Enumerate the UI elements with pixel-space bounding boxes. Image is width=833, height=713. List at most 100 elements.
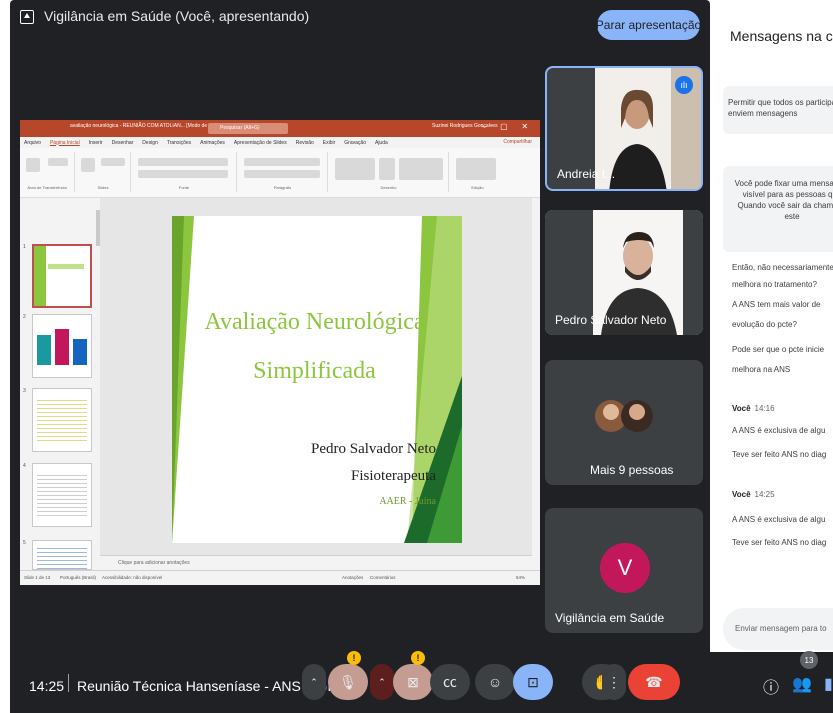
leave-call-button[interactable]: ☎ [628,664,680,700]
chat-message-input[interactable]: Enviar mensagem para to [723,608,833,650]
thumb-number: 1 [23,244,26,250]
slide-thumbnail[interactable] [32,314,92,378]
more-vert-icon: ⋮ [607,673,621,690]
ppt-share-button[interactable]: Compartilhar [503,139,532,145]
ppt-menubar: Arquivo Página Inicial Inserir Desenhar … [20,137,540,148]
divider [68,674,69,692]
ppt-search-box[interactable]: Pesquisar (Alt+G) [208,123,288,134]
align-icons[interactable] [244,170,320,178]
status-notes-button[interactable]: Anotações [342,575,363,580]
shapes-gallery-icon[interactable] [335,158,375,180]
body-shape [601,288,677,335]
participant-tile-pedro[interactable]: Pedro Salvador Neto [545,210,703,335]
avatar-face [629,404,645,420]
slide-editor: Avaliação Neurológica Simplificada Pedro… [100,198,532,555]
paragraph-icons[interactable] [244,158,320,166]
ribbon-group-clipboard: Área de Transferência [20,152,75,192]
emoji-icon: ☺ [487,674,503,690]
slide-thumbnail[interactable] [32,463,92,527]
shape-format-icons[interactable] [399,158,443,180]
slide-title: Avaliação Neurológica Simplificada [204,309,425,384]
slide-thumbnail[interactable] [32,388,92,452]
chat-message-line: evolução do pcte? [732,320,797,329]
participant-name: Mais 9 pessoas [590,463,674,477]
message-time: 14:16 [754,404,775,413]
participant-tile-andreia[interactable]: ılı Andreia t... [545,66,703,191]
more-options-button[interactable]: ⋮ [602,664,626,700]
slide-role: Fisioterapeuta [351,468,436,484]
font-selector[interactable] [138,158,228,166]
chat-icon[interactable]: ▮ [824,674,833,694]
ppt-menu-item[interactable]: Ajuda [375,140,388,146]
ppt-titlebar: avaliação neurológica - REUNIÃO COM ATOL… [20,120,540,137]
ppt-menu-item[interactable]: Gravação [344,140,366,146]
microphone-button[interactable]: 🎙 [328,664,368,700]
info-icon[interactable]: ⓘ [763,674,779,698]
slide-author: Pedro Salvador Neto [311,441,436,457]
minimize-icon[interactable]: – [482,122,486,135]
status-comments-button[interactable]: Comentários [370,575,396,580]
body-shape [609,144,667,189]
maximize-icon[interactable]: ▢ [500,122,508,135]
ppt-menu-item[interactable]: Revisão [296,140,314,146]
camera-off-icon: ⊠ [407,673,419,690]
participant-tile-more[interactable]: Mais 9 pessoas [545,360,703,485]
close-icon[interactable]: ✕ [521,122,528,135]
arrange-icon[interactable] [379,158,395,180]
hangup-icon: ☎ [645,673,663,690]
ribbon-group-label: Parágrafo [273,185,292,190]
chat-message-line: Teve ser feito ANS no diag [732,450,827,459]
captions-button[interactable]: ㏄ [430,664,470,700]
chat-message-line: melhora no tratamento? [732,280,817,289]
shared-screen: avaliação neurológica - REUNIÃO COM ATOL… [20,120,540,585]
people-icon[interactable]: 👥 [792,674,812,694]
chat-sender: Você 14:25 [732,490,775,499]
thumb-table [37,545,87,569]
slide-thumbnail[interactable] [32,540,92,570]
notes-pane[interactable]: Clique para adicionar anotações [100,555,532,570]
chat-permission-toggle[interactable]: Permitir que todos os participantes envi… [723,86,833,134]
chat-message-line: A ANS é exclusiva de algu [732,426,826,435]
slide-thumbnails: 1 2 3 4 5 [20,198,100,570]
video-options-chevron-icon[interactable]: ⌃ [370,664,394,700]
current-slide[interactable]: Avaliação Neurológica Simplificada Pedro… [172,216,462,543]
slide-thumbnail[interactable] [32,244,92,308]
chat-title: Mensagens na chamada [730,28,833,44]
ppt-menu-item[interactable]: Página Inicial [50,140,80,146]
ppt-menu-item[interactable]: Design [142,140,158,146]
speaking-indicator-icon: ılı [675,76,693,94]
thumb-block [55,329,69,365]
ppt-menu-item[interactable]: Exibir [323,140,336,146]
participant-tile-vigilancia[interactable]: V Vigilância em Saúde [545,508,703,633]
ppt-menu-item[interactable]: Animações [200,140,225,146]
layout-icon[interactable] [101,158,125,166]
status-zoom[interactable]: 54% [516,575,525,580]
clipboard-tools-icon[interactable] [48,158,68,166]
present-button[interactable]: ⊡ [513,664,553,700]
captions-icon: ㏄ [443,674,457,690]
ppt-menu-item[interactable]: Arquivo [24,140,41,146]
stop-presenting-button[interactable]: Parar apresentação [596,10,701,40]
participant-name: Vigilância em Saúde [555,611,665,625]
ppt-menu-item[interactable]: Inserir [89,140,103,146]
ribbon-group-editing: Edição [450,152,505,192]
ppt-window-controls[interactable]: – ▢ ✕ [475,122,535,135]
camera-button[interactable]: ⊠ [393,664,433,700]
pin-info-line: Quando você sair da chamada [737,201,833,210]
slide-organization: AAER - Juína [379,496,436,507]
ribbon-group-label: Slides [97,185,109,190]
new-slide-icon[interactable] [81,158,95,172]
thumb-text [37,397,87,441]
find-replace-icons[interactable] [456,158,496,180]
ppt-menu-item[interactable]: Desenhar [112,140,134,146]
thumb-number: 5 [23,540,26,546]
ppt-menu-item[interactable]: Apresentação de Slides [234,140,287,146]
ribbon-group-label: Fonte [178,185,190,190]
paste-icon[interactable] [26,158,40,172]
ppt-menu-item[interactable]: Transições [167,140,191,146]
pin-info-line: Você pode fixar uma mensagem [734,179,833,188]
reactions-button[interactable]: ☺ [475,664,515,700]
tile-bg [683,210,703,335]
font-format-icons[interactable] [138,170,228,178]
audio-options-chevron-icon[interactable]: ⌃ [302,664,326,700]
